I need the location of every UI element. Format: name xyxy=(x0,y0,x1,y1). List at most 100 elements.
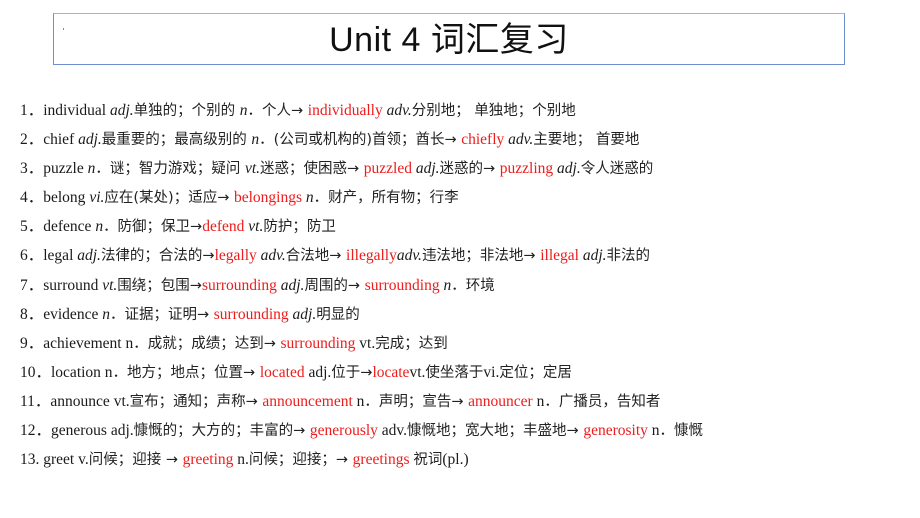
highlighted-word: greetings xyxy=(352,451,410,469)
vocabulary-entry: 12．generous adj.慷慨的；大方的；丰富的→ generously … xyxy=(20,416,703,445)
entry-text: 5．defence xyxy=(20,218,96,236)
chinese-definition: 法律的；合法的→ xyxy=(100,248,215,265)
highlighted-word: surrounding xyxy=(364,276,440,294)
chinese-definition: 慷慨地；宽大地；丰盛地→ xyxy=(407,423,584,440)
chinese-definition: 慷慨的；大方的；丰富的→ xyxy=(133,423,310,440)
part-of-speech: vt. xyxy=(244,160,260,178)
chinese-definition: ．防御；保卫→ xyxy=(103,219,203,236)
entry-text: 12．generous adj. xyxy=(20,422,134,440)
part-of-speech: n xyxy=(305,189,314,207)
highlighted-word: located xyxy=(259,363,305,381)
chinese-definition: 合法地→ xyxy=(285,248,347,265)
chinese-definition: 非法的 xyxy=(606,248,651,265)
chinese-definition: 主要地； 首要地 xyxy=(533,132,640,149)
vocabulary-entry: 7．surround vt.围绕；包围→surrounding adj.周围的→… xyxy=(20,271,703,300)
vocabulary-entry: 9．achievement n．成就；成绩；达到→ surrounding vt… xyxy=(20,329,703,358)
highlighted-word: puzzled xyxy=(363,160,412,178)
entry-text: 4．belong xyxy=(20,189,90,207)
vocabulary-entry: 8．evidence n．证据；证明→ surrounding adj.明显的 xyxy=(20,300,703,329)
chinese-definition: 单独的；个别的 xyxy=(133,103,240,119)
highlighted-word: chiefly xyxy=(461,131,505,149)
entry-text: 6．legal xyxy=(20,247,78,265)
highlighted-word: defend xyxy=(202,218,245,236)
part-of-speech: adj. xyxy=(78,131,102,149)
part-of-speech: adv. xyxy=(260,247,286,265)
entry-text: n xyxy=(532,392,545,410)
chinese-definition: 防护；防卫 xyxy=(263,219,336,236)
entry-text: n. xyxy=(233,451,249,469)
part-of-speech: adv. xyxy=(386,102,412,119)
chinese-definition: 分别地； 单独地；个别地 xyxy=(411,103,576,119)
highlighted-word: surrounding xyxy=(201,276,277,294)
highlighted-word: illegal xyxy=(540,247,579,265)
vocabulary-entry: 6．legal adj.法律的；合法的→legally adv.合法地→ ill… xyxy=(20,241,703,270)
chinese-definition: 祝词 xyxy=(413,452,443,469)
part-of-speech: adv. xyxy=(396,247,422,265)
highlighted-word: legally xyxy=(214,247,257,265)
chinese-definition: ．(公司或机构的)首领；酋长→ xyxy=(259,132,462,149)
highlighted-word: individually xyxy=(307,102,383,119)
chinese-definition: 使坐落于 xyxy=(425,364,484,381)
entry-text: vi. xyxy=(483,363,500,381)
chinese-definition: ．谜；智力游戏；疑问 xyxy=(95,161,245,178)
chinese-definition: 应在(某处)；适应→ xyxy=(104,190,234,207)
chinese-definition: ．环境 xyxy=(451,277,495,294)
chinese-definition: ．财产，所有物；行李 xyxy=(313,190,459,207)
title-box: Unit 4 词汇复习 xyxy=(53,13,845,65)
part-of-speech: adv. xyxy=(508,131,534,149)
part-of-speech: vi. xyxy=(89,189,105,207)
part-of-speech: adj. xyxy=(557,160,581,178)
chinese-definition: 迷惑；使困惑→ xyxy=(260,161,364,178)
part-of-speech: adj. xyxy=(280,276,305,294)
vocabulary-entry: 10．location n．地方；地点；位置→ located adj.位于→l… xyxy=(20,358,703,387)
chinese-definition: 围绕；包围→ xyxy=(117,277,202,294)
highlighted-word: locate xyxy=(372,363,410,381)
part-of-speech: vt. xyxy=(248,218,264,236)
part-of-speech: adj. xyxy=(292,305,317,323)
highlighted-word: announcer xyxy=(468,392,533,410)
chinese-definition: 令人迷惑的 xyxy=(580,161,654,178)
chinese-definition: 问候；迎接；→ xyxy=(248,452,353,469)
part-of-speech: adj. xyxy=(109,102,134,119)
highlighted-word: illegally xyxy=(346,247,397,265)
chinese-definition: 周围的→ xyxy=(304,277,365,294)
vocabulary-entry: 11．announce vt.宣布；通知；声称→ announcement n．… xyxy=(20,387,703,416)
chinese-definition: 完成；达到 xyxy=(375,335,448,352)
chinese-definition: ．证据；证明→ xyxy=(109,306,214,323)
highlighted-word: puzzling xyxy=(499,160,554,178)
part-of-speech: n xyxy=(239,102,248,119)
chinese-definition: ．广播员，告知者 xyxy=(544,393,661,410)
entry-text: 13. greet v. xyxy=(20,451,89,469)
entry-text: 10．location n xyxy=(20,363,113,381)
chinese-definition: 位于→ xyxy=(331,364,373,381)
highlighted-word: surrounding xyxy=(280,334,356,352)
chinese-definition: ．慷慨 xyxy=(659,423,704,440)
chinese-definition: ．个人→ xyxy=(247,103,308,119)
highlighted-word: belongings xyxy=(233,189,302,207)
vocabulary-entry: 13. greet v.问候；迎接 → greeting n.问候；迎接；→ g… xyxy=(20,445,703,474)
chinese-definition: 问候；迎接 → xyxy=(88,452,183,469)
chinese-definition: 最重要的；最高级别的 xyxy=(101,132,252,149)
highlighted-word: announcement xyxy=(262,392,353,410)
vocabulary-entry: 1．individual adj.单独的；个别的 n．个人→ individua… xyxy=(20,96,703,125)
highlighted-word: generously xyxy=(309,422,378,440)
entry-text: n xyxy=(647,422,660,440)
highlighted-word: generosity xyxy=(583,422,648,440)
entry-text: (pl.) xyxy=(442,451,469,469)
page-title: Unit 4 词汇复习 xyxy=(329,21,569,59)
entry-text: 9．achievement n xyxy=(20,334,134,352)
chinese-definition: ．声明；宣告→ xyxy=(364,393,469,410)
chinese-definition: 迷惑的→ xyxy=(439,161,500,178)
chinese-definition: 宣布；通知；声称→ xyxy=(129,393,263,410)
entry-text: adj. xyxy=(304,363,332,381)
entry-text: 2．chief xyxy=(20,131,79,149)
entry-text: 8．evidence xyxy=(20,305,103,323)
part-of-speech: vt. xyxy=(102,276,118,294)
chinese-definition: 明显的 xyxy=(316,306,360,323)
entry-text: n xyxy=(352,392,365,410)
chinese-definition: 定位；定居 xyxy=(499,364,572,381)
entry-text: vt. xyxy=(409,363,426,381)
highlighted-word: greeting xyxy=(182,451,234,469)
chinese-definition: 违法地；非法地→ xyxy=(421,248,541,265)
vocabulary-entry: 5．defence n．防御；保卫→defend vt.防护；防卫 xyxy=(20,212,703,241)
